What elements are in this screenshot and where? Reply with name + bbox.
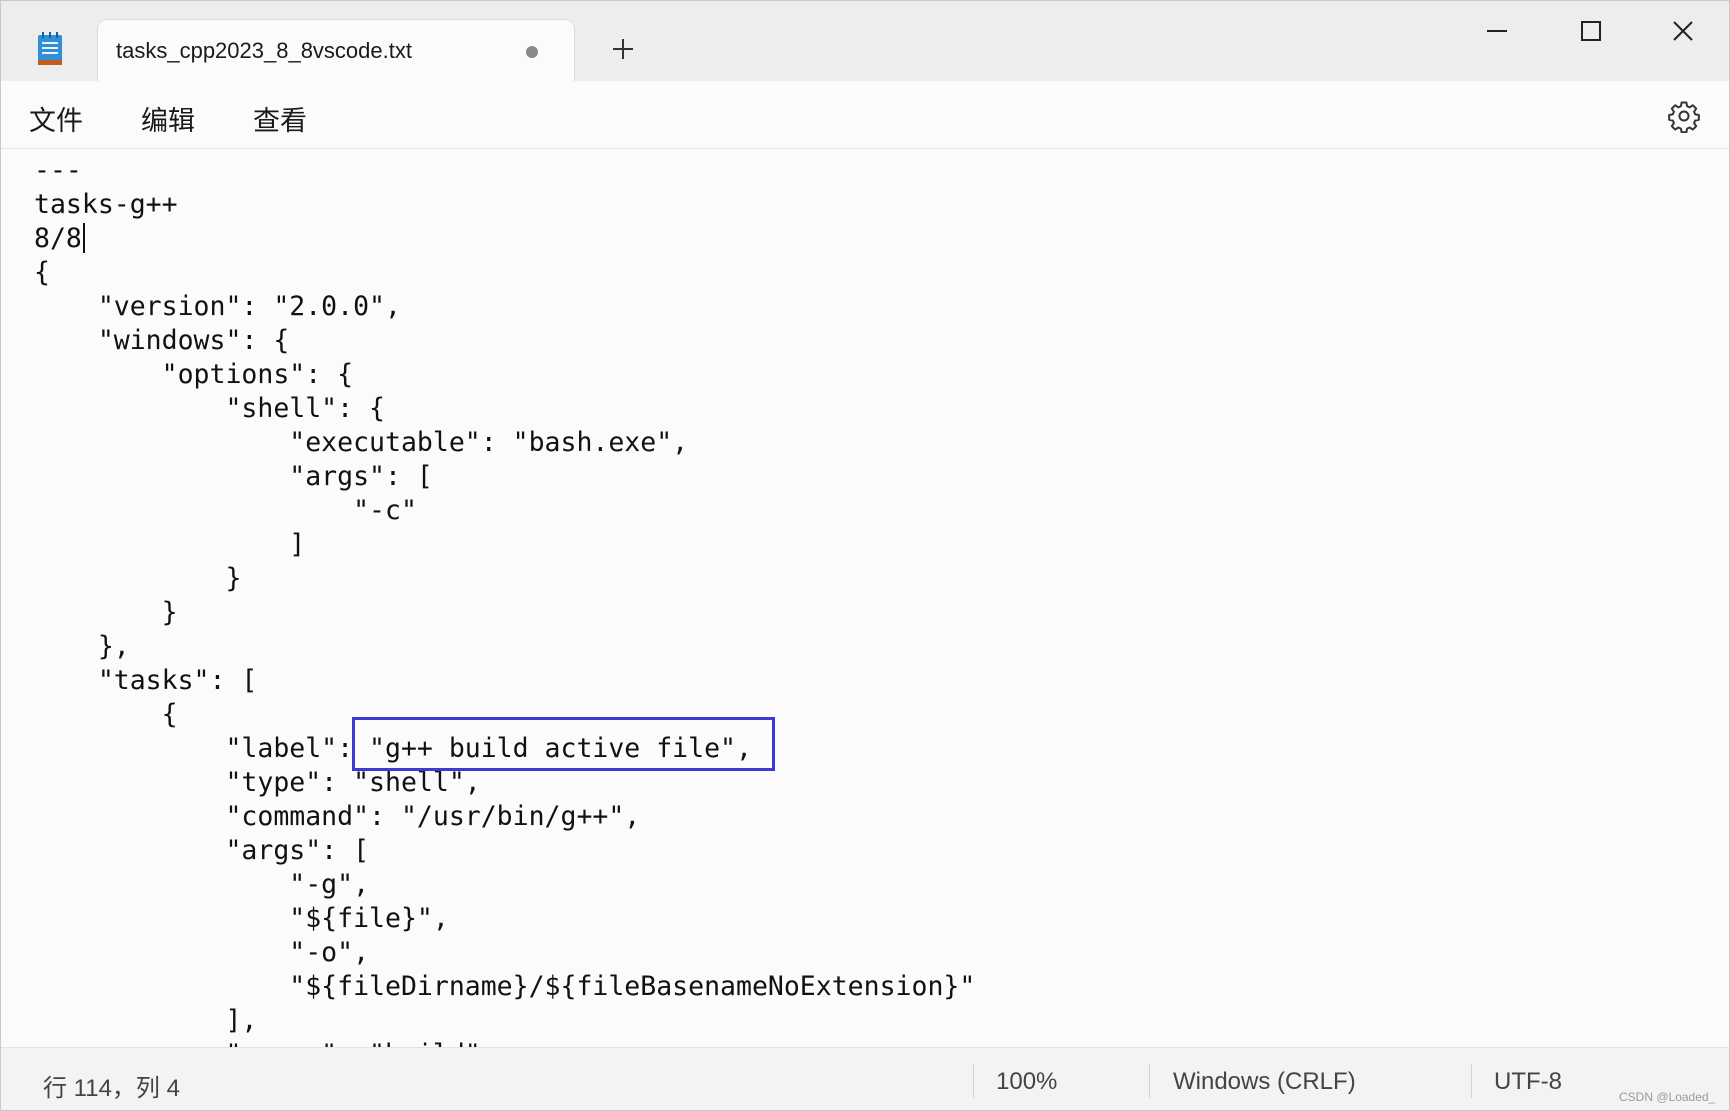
tab-title: tasks_cpp2023_8_8vscode.txt	[116, 38, 412, 63]
status-bar: 行 114，列 4 100% Windows (CRLF) UTF-8	[1, 1047, 1729, 1110]
text-editor[interactable]: --- tasks-g++ 8/8{ "version": "2.0.0", "wi…	[1, 149, 1729, 1047]
label-highlight-box	[352, 717, 775, 771]
notepad-icon	[38, 32, 62, 65]
document-tab[interactable]: tasks_cpp2023_8_8vscode.txt	[97, 19, 575, 83]
code-line[interactable]: "-g",	[34, 868, 975, 902]
menu-view[interactable]: 查看	[253, 99, 307, 138]
line-ending[interactable]: Windows (CRLF)	[1173, 1068, 1356, 1096]
notepad-window: tasks_cpp2023_8_8vscode.txt 文件 编辑 查看 ---…	[0, 0, 1730, 1111]
code-line[interactable]: "args": [	[34, 460, 975, 494]
unsaved-dot-icon[interactable]	[526, 46, 538, 58]
code-line[interactable]: "args": [	[34, 834, 975, 868]
status-divider	[973, 1064, 974, 1098]
cursor-position: 行 114，列 4	[43, 1075, 180, 1102]
code-line[interactable]: "${file}",	[34, 902, 975, 936]
code-line[interactable]: ],	[34, 1004, 975, 1038]
gear-icon[interactable]	[1667, 99, 1701, 133]
code-line[interactable]: "shell": {	[34, 392, 975, 426]
code-line[interactable]: "-o",	[34, 936, 975, 970]
code-line[interactable]: }	[34, 596, 975, 630]
plus-icon[interactable]	[607, 33, 639, 65]
code-line[interactable]: ]	[34, 528, 975, 562]
menu-bar: 文件 编辑 查看	[1, 81, 1729, 149]
code-line[interactable]: "${fileDirname}/${fileBasenameNoExtensio…	[34, 970, 975, 1004]
menu-file[interactable]: 文件	[29, 99, 83, 138]
code-line[interactable]: "executable": "bash.exe",	[34, 426, 975, 460]
watermark: CSDN @Loaded_	[1619, 1090, 1716, 1104]
text-caret	[82, 223, 85, 253]
code-line[interactable]: "windows": {	[34, 324, 975, 358]
code-line[interactable]: "options": {	[34, 358, 975, 392]
code-line[interactable]: 8/8	[34, 222, 975, 256]
code-line[interactable]: "version": "2.0.0",	[34, 290, 975, 324]
maximize-icon[interactable]	[1561, 11, 1621, 51]
zoom-level[interactable]: 100%	[996, 1068, 1057, 1096]
code-line[interactable]: "-c"	[34, 494, 975, 528]
minimize-icon[interactable]	[1467, 11, 1527, 51]
code-line[interactable]: ---	[34, 154, 975, 188]
code-text[interactable]: --- tasks-g++ 8/8{ "version": "2.0.0", "wi…	[34, 154, 975, 1047]
code-line[interactable]: "group": "build"	[34, 1038, 975, 1047]
status-divider	[1471, 1064, 1472, 1098]
code-line[interactable]: {	[34, 256, 975, 290]
code-line[interactable]: tasks-g++	[34, 188, 975, 222]
encoding[interactable]: UTF-8	[1494, 1068, 1562, 1096]
code-line[interactable]: "tasks": [	[34, 664, 975, 698]
code-line[interactable]: "type": "shell",	[34, 766, 975, 800]
close-icon[interactable]	[1653, 11, 1713, 51]
code-line[interactable]: }	[34, 562, 975, 596]
menu-edit[interactable]: 编辑	[141, 99, 195, 138]
code-line[interactable]: "command": "/usr/bin/g++",	[34, 800, 975, 834]
code-line[interactable]: },	[34, 630, 975, 664]
status-divider	[1149, 1064, 1150, 1098]
title-bar: tasks_cpp2023_8_8vscode.txt	[1, 1, 1729, 83]
